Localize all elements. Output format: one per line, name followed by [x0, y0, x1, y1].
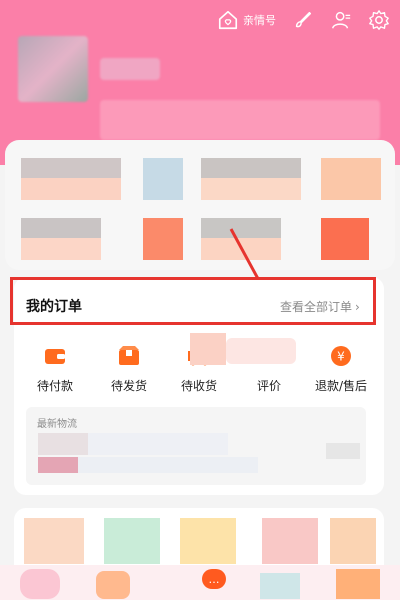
avatar-blur	[18, 36, 88, 102]
bottom-promo-strip	[0, 565, 400, 600]
blurred-block	[180, 518, 236, 564]
status-label: 退款/售后	[314, 379, 368, 393]
paintbrush-icon[interactable]	[292, 9, 314, 31]
view-all-label: 查看全部订单	[280, 300, 353, 314]
blurred-block	[262, 518, 318, 564]
home-heart-icon	[218, 10, 238, 30]
view-all-orders-link[interactable]: 查看全部订单 ›	[280, 298, 360, 315]
package-icon	[119, 346, 139, 365]
status-label: 待发货	[110, 379, 147, 393]
blurred-block	[78, 457, 258, 473]
blurred-block	[96, 571, 130, 599]
blurred-block	[143, 158, 183, 200]
gear-icon[interactable]	[368, 9, 390, 31]
svg-text:¥: ¥	[337, 350, 345, 364]
blurred-block	[321, 158, 381, 200]
blurred-block	[21, 158, 121, 178]
family-account-label: 亲情号	[243, 14, 276, 27]
status-pending-payment[interactable]: 待付款	[20, 343, 90, 394]
orders-title: 我的订单	[26, 299, 82, 315]
blurred-block	[104, 518, 160, 564]
status-label: 待收货	[180, 379, 217, 393]
family-account-button[interactable]: 亲情号	[217, 9, 276, 31]
blurred-block	[38, 457, 78, 473]
blurred-block	[24, 518, 84, 564]
blurred-block	[143, 218, 183, 260]
chat-bubble-icon[interactable]: …	[202, 569, 226, 589]
blurred-block	[260, 573, 300, 599]
blurred-block	[201, 158, 301, 178]
blurred-block	[190, 333, 226, 365]
status-label: 评价	[256, 379, 281, 393]
blurred-block	[201, 178, 301, 200]
blurred-block	[336, 569, 380, 599]
latest-logistics-label: 最新物流	[37, 419, 77, 430]
top-toolbar: 亲情号	[217, 6, 390, 34]
stats-card	[5, 140, 395, 270]
blurred-block	[21, 218, 101, 238]
blurred-block	[38, 433, 88, 455]
blurred-block	[330, 518, 376, 564]
status-label: 待付款	[36, 379, 73, 393]
latest-logistics-panel[interactable]: 最新物流	[26, 407, 366, 485]
user-icon[interactable]	[330, 9, 352, 31]
status-pending-shipment[interactable]: 待发货	[94, 343, 164, 394]
blurred-block	[88, 433, 228, 455]
refund-icon: ¥	[331, 346, 351, 366]
user-info-blur	[100, 100, 380, 140]
blurred-block	[21, 238, 101, 260]
blurred-block	[226, 338, 296, 364]
username-blur	[100, 58, 160, 80]
wallet-icon	[45, 349, 65, 364]
blurred-block	[326, 443, 360, 459]
status-refund[interactable]: ¥ 退款/售后	[306, 343, 376, 394]
chevron-right-icon: ›	[355, 299, 360, 314]
blurred-block	[321, 218, 369, 260]
blurred-block	[21, 178, 121, 200]
blurred-block	[20, 569, 60, 599]
